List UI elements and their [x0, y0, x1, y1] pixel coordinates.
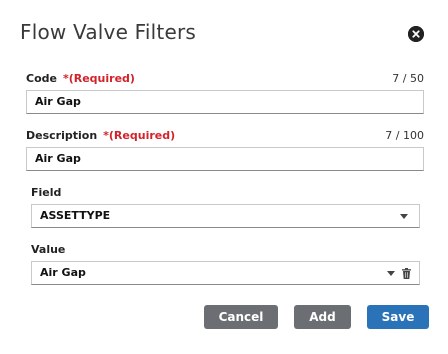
description-char-counter: 7 / 100: [385, 129, 424, 142]
cancel-button[interactable]: Cancel: [204, 305, 278, 329]
description-label-row: Description *(Required) 7 / 100: [26, 129, 424, 143]
field-label-row: Field: [31, 186, 424, 200]
description-input[interactable]: Air Gap: [26, 147, 424, 171]
code-input[interactable]: Air Gap: [26, 90, 424, 114]
dialog-title: Flow Valve Filters: [20, 20, 197, 44]
code-label-row: Code *(Required) 7 / 50: [26, 72, 424, 86]
field-selected-value: ASSETTYPE: [40, 209, 111, 222]
code-label: Code: [26, 72, 57, 85]
code-required-indicator: *(Required): [62, 72, 135, 85]
value-label-row: Value: [31, 243, 424, 257]
chevron-down-icon: [400, 214, 408, 219]
close-circle-icon: [408, 26, 424, 42]
field-select[interactable]: ASSETTYPE: [31, 204, 420, 228]
add-button[interactable]: Add: [294, 305, 351, 329]
close-button[interactable]: [408, 26, 424, 42]
flow-valve-filters-dialog: Flow Valve Filters Code *(Required) 7 / 5…: [0, 0, 448, 354]
trash-icon[interactable]: [402, 268, 411, 279]
field-label: Field: [31, 186, 62, 199]
value-selected-value: Air Gap: [40, 266, 86, 279]
value-select[interactable]: Air Gap: [31, 261, 420, 285]
code-char-counter: 7 / 50: [392, 72, 424, 85]
save-button[interactable]: Save: [367, 305, 429, 329]
description-label: Description: [26, 129, 98, 142]
value-label: Value: [31, 243, 66, 256]
description-required-indicator: *(Required): [103, 129, 176, 142]
chevron-down-icon[interactable]: [387, 271, 395, 276]
